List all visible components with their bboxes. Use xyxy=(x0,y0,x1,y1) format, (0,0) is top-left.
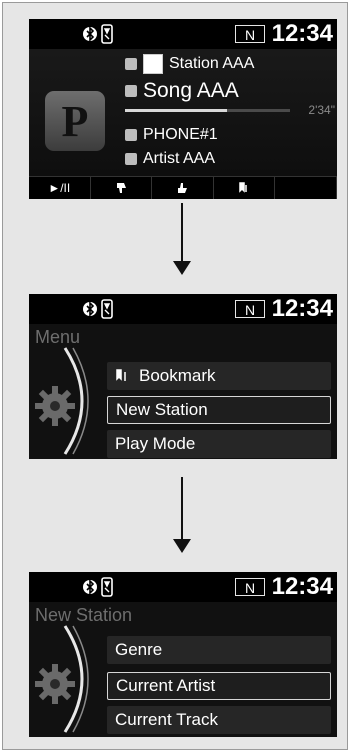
control-slot-empty xyxy=(275,177,337,199)
phone-battery-icon xyxy=(101,577,113,597)
menu-item-label: Play Mode xyxy=(115,434,196,453)
now-playing-screen: N 12:34 P Station AAA Song AAA 2'34" PHO… xyxy=(29,19,337,199)
new-station-screen: N 12:34 New Station Genre Current Artist… xyxy=(29,572,337,737)
menu-item-bookmark[interactable]: Bookmark xyxy=(107,362,331,390)
flow-arrow-line xyxy=(181,203,183,265)
bookmark-icon xyxy=(116,369,126,381)
dial-arc xyxy=(63,347,89,455)
thumbs-down-icon xyxy=(116,183,126,193)
menu-screen: N 12:34 Menu Bookmark New Station Play M… xyxy=(29,294,337,459)
station-row: Station AAA xyxy=(125,54,254,74)
instruction-frame: N 12:34 P Station AAA Song AAA 2'34" PHO… xyxy=(2,2,348,750)
menu-item-genre[interactable]: Genre xyxy=(107,636,331,664)
flow-arrow-head xyxy=(173,539,191,553)
progress-bar xyxy=(125,109,290,112)
menu-item-current-artist[interactable]: Current Artist xyxy=(107,672,331,700)
phone-battery-icon xyxy=(101,24,113,44)
station-name: Station AAA xyxy=(169,55,255,72)
pandora-logo: P xyxy=(45,91,105,151)
bluetooth-icon xyxy=(83,301,97,317)
thumbs-up-icon xyxy=(178,183,188,193)
gear-indicator: N xyxy=(235,578,265,596)
menu-item-label: Genre xyxy=(115,640,163,659)
bookmark-music-icon xyxy=(239,182,247,193)
artist-icon xyxy=(125,153,137,165)
menu-title: Menu xyxy=(35,327,81,347)
artist-name: Artist AAA xyxy=(143,150,216,167)
thumbs-up-button[interactable] xyxy=(152,177,214,199)
flow-arrow-line xyxy=(181,477,183,543)
gear-indicator: N xyxy=(235,25,265,43)
control-bar: ►/II xyxy=(29,176,337,199)
gear-indicator: N xyxy=(235,300,265,318)
song-icon xyxy=(125,85,137,97)
logo-letter: P xyxy=(61,96,89,146)
phone-name: PHONE#1 xyxy=(143,126,218,143)
artist-row: Artist AAA xyxy=(125,150,215,168)
status-bar: N 12:34 xyxy=(29,19,337,49)
dial-arc xyxy=(63,625,89,733)
clock: 12:34 xyxy=(271,573,333,600)
station-icon xyxy=(125,58,137,70)
menu-item-label: Current Track xyxy=(115,710,218,729)
song-title: Song AAA xyxy=(143,79,239,102)
play-pause-button[interactable]: ►/II xyxy=(29,177,91,199)
thumbs-down-button[interactable] xyxy=(91,177,153,199)
menu-item-label: New Station xyxy=(116,400,208,419)
clock: 12:34 xyxy=(271,20,333,47)
menu-item-play-mode[interactable]: Play Mode xyxy=(107,430,331,458)
menu-item-label: Current Artist xyxy=(116,676,216,695)
phone-battery-icon xyxy=(101,299,113,319)
clock: 12:34 xyxy=(271,295,333,322)
flow-arrow-head xyxy=(173,261,191,275)
menu-item-new-station[interactable]: New Station xyxy=(107,396,331,424)
progress-fill xyxy=(125,109,228,112)
status-bar: N 12:34 xyxy=(29,294,337,324)
song-row: Song AAA xyxy=(125,79,239,103)
menu-item-current-track[interactable]: Current Track xyxy=(107,706,331,734)
phone-icon xyxy=(125,129,137,141)
menu-item-label: Bookmark xyxy=(139,366,216,385)
status-bar: N 12:34 xyxy=(29,572,337,602)
bluetooth-icon xyxy=(83,579,97,595)
station-thumbnail xyxy=(143,54,163,74)
phone-row: PHONE#1 xyxy=(125,126,218,144)
menu-title: New Station xyxy=(35,605,133,625)
bookmark-button[interactable] xyxy=(214,177,276,199)
bluetooth-icon xyxy=(83,26,97,42)
elapsed-time: 2'34" xyxy=(308,103,335,117)
